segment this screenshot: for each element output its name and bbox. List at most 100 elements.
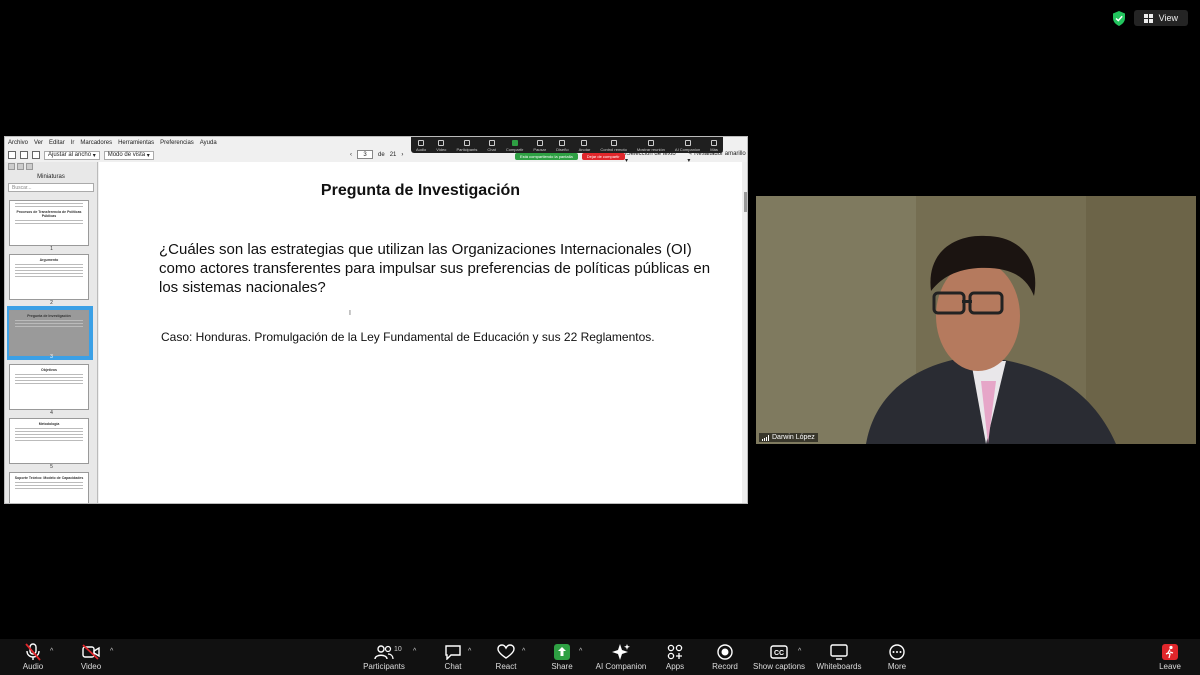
- leave-button[interactable]: Leave: [1156, 639, 1184, 675]
- more-icon: [889, 644, 905, 660]
- annotations-tab-icon[interactable]: [26, 163, 33, 170]
- menu-marcadores[interactable]: Marcadores: [80, 140, 112, 146]
- page-of-label: de: [378, 151, 385, 158]
- share-show-meeting-button[interactable]: Mostrar reunión: [637, 140, 665, 152]
- ai-companion-button[interactable]: AI Companion: [594, 639, 648, 675]
- share-new-share-button[interactable]: Compartir: [506, 140, 523, 152]
- thumbnail-page[interactable]: Objetivos: [9, 364, 89, 410]
- chat-icon: [445, 645, 461, 660]
- document-area: Pregunta de Investigación ¿Cuáles son la…: [99, 162, 747, 503]
- chat-options-chevron-icon[interactable]: ^: [468, 648, 471, 655]
- thumbnail-page[interactable]: Metodología: [9, 418, 89, 464]
- thumbnails-tab-icon[interactable]: [8, 163, 15, 170]
- page-total: 21: [389, 151, 397, 158]
- thumbnail-number: 4: [50, 410, 53, 416]
- more-button[interactable]: More: [884, 639, 910, 675]
- view-mode-select[interactable]: Modo de vista ▾: [103, 150, 154, 160]
- share-ai-companion-button[interactable]: AI Companion: [675, 140, 700, 152]
- captions-options-chevron-icon[interactable]: ^: [798, 648, 801, 655]
- participants-count: 10: [394, 646, 402, 653]
- zoom-select[interactable]: Ajustar al ancho ▾: [44, 150, 100, 160]
- audio-options-chevron-icon[interactable]: ^: [50, 648, 53, 655]
- top-right-controls: View: [1112, 10, 1188, 26]
- menu-archivo[interactable]: Archivo: [8, 140, 28, 146]
- next-page-icon[interactable]: ›: [401, 152, 403, 158]
- leave-icon: [1162, 644, 1178, 660]
- video-button[interactable]: Video: [76, 639, 106, 675]
- share-chat-button[interactable]: Chat: [487, 140, 496, 152]
- prev-page-icon[interactable]: ‹: [350, 152, 352, 158]
- participant-name: Darwin López: [772, 434, 815, 441]
- share-more-button[interactable]: Más: [710, 140, 718, 152]
- document-scrollbar[interactable]: [742, 162, 747, 503]
- case-text: Caso: Honduras. Promulgación de la Ley F…: [161, 330, 655, 344]
- view-label: View: [1158, 13, 1178, 23]
- thumbnail-page-selected[interactable]: Pregunta de Investigación: [9, 310, 89, 356]
- share-annotate-button[interactable]: Anotar: [579, 140, 590, 152]
- audio-button[interactable]: Audio: [18, 639, 48, 675]
- menu-editar[interactable]: Editar: [49, 140, 65, 146]
- react-button[interactable]: React: [492, 639, 520, 675]
- menu-ayuda[interactable]: Ayuda: [200, 140, 217, 146]
- menu-preferencias[interactable]: Preferencias: [160, 140, 194, 146]
- show-captions-button[interactable]: CC Show captions: [753, 639, 805, 675]
- share-floating-toolbar: Audio Video Participants Chat Compartir …: [411, 137, 723, 153]
- bookmarks-tab-icon[interactable]: [17, 163, 24, 170]
- shared-screen: Archivo Ver Editar Ir Marcadores Herrami…: [4, 136, 748, 504]
- ai-sparkle-icon: [612, 644, 630, 660]
- view-button[interactable]: View: [1133, 10, 1188, 26]
- video-options-chevron-icon[interactable]: ^: [110, 648, 113, 655]
- share-layout-button[interactable]: Diseño: [556, 140, 569, 152]
- react-options-chevron-icon[interactable]: ^: [522, 648, 525, 655]
- whiteboard-icon: [830, 644, 848, 660]
- share-screen-icon: [554, 644, 570, 660]
- thumbnail-search-input[interactable]: Buscar...: [8, 183, 94, 192]
- share-pause-button[interactable]: Pausar: [533, 140, 546, 152]
- participants-icon: [374, 645, 394, 660]
- grid-icon: [1143, 13, 1153, 23]
- whiteboards-button[interactable]: Whiteboards: [816, 639, 862, 675]
- page-number-input[interactable]: 3: [357, 150, 373, 159]
- sidebar-toggle-icon[interactable]: [8, 151, 16, 159]
- thumbnail-page[interactable]: Argumento: [9, 254, 89, 300]
- share-button[interactable]: Share: [548, 639, 576, 675]
- participants-options-chevron-icon[interactable]: ^: [413, 648, 416, 655]
- research-question: ¿Cuáles son las estrategias que utilizan…: [159, 241, 711, 296]
- sharing-status-pill: Está compartiendo la pantalla: [515, 153, 578, 160]
- signal-strength-icon: [762, 434, 769, 441]
- thumbnail-page[interactable]: Soporte Teórico: Modelo de Capacidades: [9, 472, 89, 503]
- zoom-icon[interactable]: [32, 151, 40, 159]
- thumbnail-page[interactable]: Procesos de Transferencia de Políticas P…: [9, 200, 89, 246]
- security-shield-icon[interactable]: [1112, 10, 1126, 26]
- share-options-chevron-icon[interactable]: ^: [579, 648, 582, 655]
- share-audio-button[interactable]: Audio: [416, 140, 426, 152]
- document-page[interactable]: Pregunta de Investigación ¿Cuáles son la…: [99, 162, 742, 503]
- viewer-menubar: Archivo Ver Editar Ir Marcadores Herrami…: [5, 137, 217, 149]
- chat-button[interactable]: Chat: [440, 639, 466, 675]
- stop-sharing-button[interactable]: Dejar de compartir: [581, 153, 625, 160]
- svg-text:CC: CC: [774, 650, 784, 657]
- menu-ver[interactable]: Ver: [34, 140, 43, 146]
- captions-icon: CC: [770, 645, 788, 659]
- share-participants-button[interactable]: Participants: [456, 140, 477, 152]
- rotate-icon[interactable]: [20, 151, 28, 159]
- menu-herramientas[interactable]: Herramientas: [118, 140, 154, 146]
- record-button[interactable]: Record: [710, 639, 740, 675]
- camera-off-icon: [82, 644, 100, 660]
- thumbnail-list[interactable]: Procesos de Transferencia de Políticas P…: [5, 196, 98, 503]
- sidebar-title: Miniaturas: [37, 174, 65, 180]
- menu-ir[interactable]: Ir: [71, 140, 75, 146]
- share-remote-control-button[interactable]: Control remoto: [600, 140, 627, 152]
- record-icon: [717, 644, 733, 660]
- slide-title: Pregunta de Investigación: [320, 182, 521, 199]
- microphone-muted-icon: [25, 643, 41, 661]
- share-video-button[interactable]: Video: [436, 140, 446, 152]
- heart-reaction-icon: [497, 644, 515, 659]
- share-status-pills: Está compartiendo la pantalla Dejar de c…: [515, 153, 625, 160]
- meeting-window: View Archivo Ver Editar Ir Marcadores He…: [0, 0, 1200, 675]
- participants-button[interactable]: Participants: [362, 639, 406, 675]
- apps-button[interactable]: Apps: [662, 639, 688, 675]
- participant-video-tile[interactable]: Darwin López: [756, 196, 1196, 444]
- text-cursor-icon: I: [349, 310, 351, 317]
- thumbnail-number: 2: [50, 300, 53, 306]
